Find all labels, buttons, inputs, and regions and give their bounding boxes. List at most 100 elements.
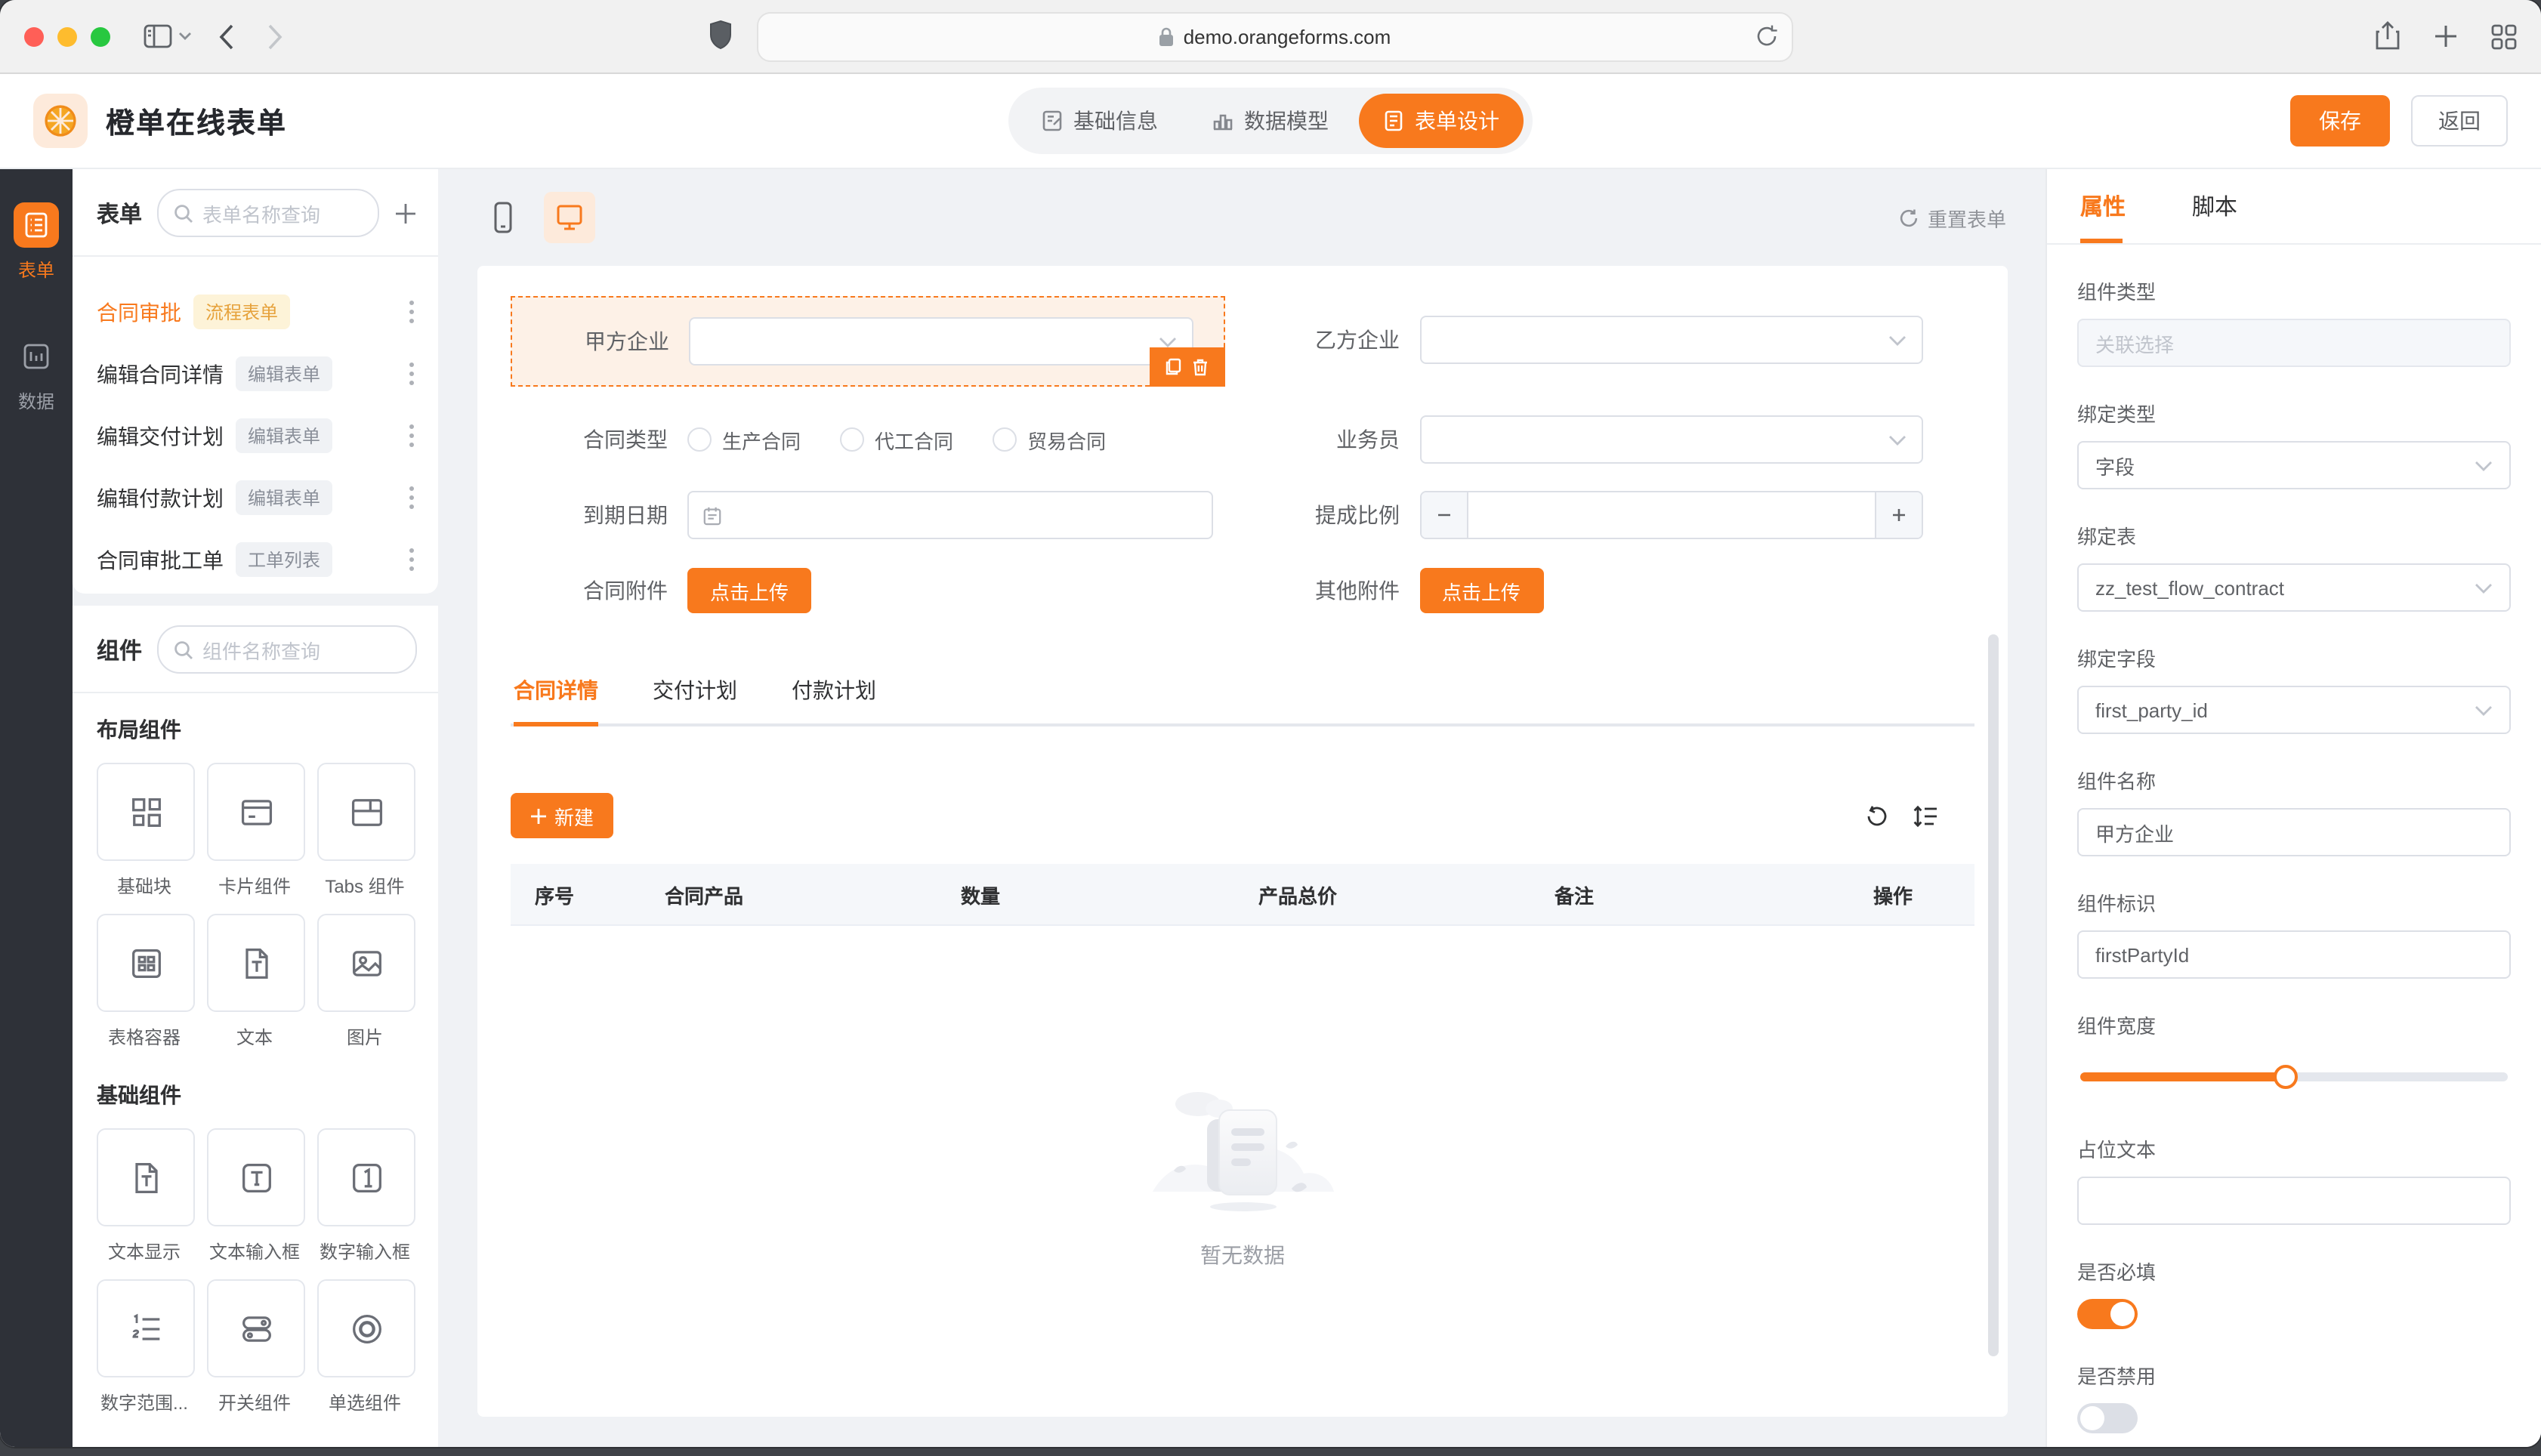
component-tile-card[interactable]: 卡片组件 xyxy=(207,763,305,899)
back-button[interactable]: 返回 xyxy=(2411,95,2508,147)
refresh-table-icon[interactable] xyxy=(1866,804,1888,827)
decrease-icon[interactable] xyxy=(1421,492,1468,538)
form-search-input[interactable]: 表单名称查询 xyxy=(157,189,379,237)
privacy-shield-icon[interactable] xyxy=(709,20,733,50)
tab-contract-detail[interactable]: 合同详情 xyxy=(514,659,598,726)
component-tile-table-container[interactable]: 表格容器 xyxy=(97,914,195,1050)
disabled-toggle[interactable] xyxy=(2077,1403,2138,1433)
sidebar-chevron-icon[interactable] xyxy=(178,32,192,41)
rail-item-data[interactable]: 数据 xyxy=(14,334,59,414)
app-title: 橙单在线表单 xyxy=(106,108,288,140)
table-column-header: 备注 xyxy=(1555,884,1595,907)
tab-script[interactable]: 脚本 xyxy=(2192,190,2237,243)
component-search-input[interactable]: 组件名称查询 xyxy=(157,625,417,674)
placeholder-text-input[interactable] xyxy=(2077,1177,2511,1225)
increase-icon[interactable] xyxy=(1875,492,1922,538)
component-tile-basic-block[interactable]: 基础块 xyxy=(97,763,195,899)
radio-option[interactable]: 生产合同 xyxy=(687,425,801,454)
form-search-placeholder: 表单名称查询 xyxy=(202,203,321,226)
tab-attributes[interactable]: 属性 xyxy=(2080,190,2126,243)
form-list-item[interactable]: 合同审批工单 工单列表 xyxy=(73,529,438,591)
component-tile-text[interactable]: 文本 xyxy=(207,914,305,1050)
create-row-button[interactable]: 新建 xyxy=(511,793,614,838)
more-actions-icon[interactable] xyxy=(403,295,420,329)
more-actions-icon[interactable] xyxy=(403,356,420,391)
other-upload-button[interactable]: 点击上传 xyxy=(1419,568,1544,613)
bind-table-select[interactable]: zz_test_flow_contract xyxy=(2077,563,2511,612)
copy-field-icon[interactable] xyxy=(1165,358,1181,376)
row-density-icon[interactable] xyxy=(1913,804,1938,827)
bind-type-select[interactable]: 字段 xyxy=(2077,441,2511,489)
chevron-down-icon xyxy=(1158,336,1176,347)
component-tile-text-input[interactable]: 文本输入框 xyxy=(207,1128,305,1264)
bind-field-select[interactable]: first_party_id xyxy=(2077,686,2511,734)
form-list-item[interactable]: 编辑交付计划 编辑表单 xyxy=(73,405,438,467)
form-list: 合同审批 流程表单 编辑合同详情 编辑表单 编辑交付计划 编辑表单 编辑付款计划… xyxy=(73,257,438,591)
sidebar-toggle-icon[interactable] xyxy=(144,24,172,48)
rail-item-forms[interactable]: 表单 xyxy=(14,202,59,282)
slider-knob[interactable] xyxy=(2273,1065,2298,1089)
commission-number-input[interactable] xyxy=(1419,491,1923,539)
more-actions-icon[interactable] xyxy=(403,480,420,515)
form-list-item[interactable]: 合同审批 流程表单 xyxy=(73,281,438,343)
component-tile-tabs[interactable]: Tabs 组件 xyxy=(317,763,415,899)
properties-tabs: 属性 脚本 xyxy=(2077,190,2511,243)
tab-basic-info[interactable]: 基础信息 xyxy=(1017,94,1182,148)
field-label: 其他附件 xyxy=(1315,578,1400,603)
prop-label: 是否禁用 xyxy=(2077,1365,2157,1388)
reset-form-button[interactable]: 重置表单 xyxy=(1899,203,2006,232)
text-display-icon xyxy=(134,1161,157,1193)
tabs-layout-icon xyxy=(350,798,382,825)
component-tile-switch[interactable]: 开关组件 xyxy=(207,1279,305,1415)
desktop-preview-icon[interactable] xyxy=(544,192,595,243)
tab-delivery-plan[interactable]: 交付计划 xyxy=(653,659,737,723)
salesman-select[interactable] xyxy=(1419,415,1923,464)
canvas-scrollbar[interactable] xyxy=(1988,634,1999,1356)
radio-option[interactable]: 贸易合同 xyxy=(993,425,1106,454)
zoom-window-button[interactable] xyxy=(91,26,110,46)
component-name-input[interactable]: 甲方企业 xyxy=(2077,808,2511,856)
rail-item-label: 数据 xyxy=(17,391,54,412)
add-form-icon[interactable] xyxy=(394,202,417,224)
due-date-input[interactable] xyxy=(687,491,1212,539)
component-tile-number-range[interactable]: 数字范围... xyxy=(97,1279,195,1415)
component-tile-image[interactable]: 图片 xyxy=(317,914,415,1050)
commission-value[interactable] xyxy=(1468,492,1875,538)
reload-icon[interactable] xyxy=(1755,24,1778,48)
more-actions-icon[interactable] xyxy=(403,418,420,453)
form-type-badge: 工单列表 xyxy=(236,542,333,577)
tab-payment-plan[interactable]: 付款计划 xyxy=(792,659,876,723)
radio-option[interactable]: 代工合同 xyxy=(840,425,953,454)
url-bar[interactable]: demo.orangeforms.com xyxy=(757,12,1793,62)
share-icon[interactable] xyxy=(2375,21,2401,51)
chevron-down-icon xyxy=(1888,434,1907,445)
tab-form-design[interactable]: 表单设计 xyxy=(1359,94,1524,148)
component-tile-text-display[interactable]: 文本显示 xyxy=(97,1128,195,1264)
required-toggle[interactable] xyxy=(2077,1299,2138,1329)
form-list-item[interactable]: 编辑合同详情 编辑表单 xyxy=(73,343,438,405)
form-canvas-card: 甲方企业 乙方企业 合同类型 生产合同 代工合同 贸易合同 业务员 到期日期 提… xyxy=(477,266,2008,1417)
second-party-select[interactable] xyxy=(1419,316,1923,364)
tab-overview-icon[interactable] xyxy=(2491,23,2517,49)
selected-field-first-party[interactable]: 甲方企业 xyxy=(511,296,1224,387)
component-width-slider[interactable] xyxy=(2080,1065,2508,1089)
minimize-window-button[interactable] xyxy=(57,26,77,46)
contract-upload-button[interactable]: 点击上传 xyxy=(687,568,812,613)
mobile-preview-icon[interactable] xyxy=(477,192,529,243)
component-tile-number-input[interactable]: 数字输入框 xyxy=(317,1128,415,1264)
close-window-button[interactable] xyxy=(24,26,44,46)
main-area: 表单 数据 表单 表单名称查询 合同审批 流程表单 编辑合同详情 编辑表单 编辑… xyxy=(0,169,2541,1447)
radio-circle-icon xyxy=(687,427,712,452)
delete-field-icon[interactable] xyxy=(1192,358,1209,376)
switch-comp-icon xyxy=(242,1316,270,1341)
back-button-icon[interactable] xyxy=(219,23,234,49)
first-party-select[interactable] xyxy=(689,317,1193,366)
save-button[interactable]: 保存 xyxy=(2290,95,2390,147)
form-list-item[interactable]: 编辑付款计划 编辑表单 xyxy=(73,467,438,529)
component-tile-radio[interactable]: 单选组件 xyxy=(317,1279,415,1415)
new-tab-icon[interactable] xyxy=(2434,24,2458,48)
tab-data-model[interactable]: 数据模型 xyxy=(1188,94,1353,148)
more-actions-icon[interactable] xyxy=(403,542,420,577)
component-id-input[interactable]: firstPartyId xyxy=(2077,930,2511,979)
forward-button-icon[interactable] xyxy=(267,23,283,49)
